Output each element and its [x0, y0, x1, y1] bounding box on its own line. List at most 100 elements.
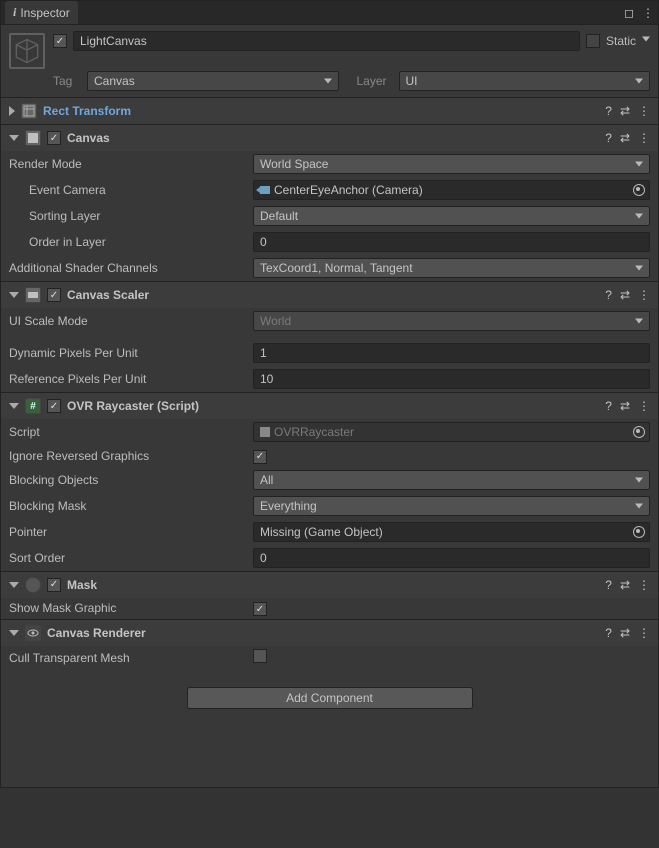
canvas-scaler-header[interactable]: Canvas Scaler ? ⇄ ⋮	[1, 282, 658, 308]
rect-transform-header[interactable]: Rect Transform ? ⇄ ⋮	[1, 98, 658, 124]
object-picker-icon[interactable]	[633, 426, 645, 438]
help-icon[interactable]: ?	[605, 578, 612, 592]
foldout-icon	[9, 630, 19, 636]
prop-label: Reference Pixels Per Unit	[9, 372, 249, 386]
sort-order-field[interactable]: 0	[253, 548, 650, 568]
script-field: OVRRaycaster	[253, 422, 650, 442]
layer-dropdown[interactable]: UI	[399, 71, 651, 91]
prop-label: Order in Layer	[9, 235, 249, 249]
prop-label: Additional Shader Channels	[9, 261, 249, 275]
foldout-icon	[9, 106, 15, 116]
prop-label: Show Mask Graphic	[9, 601, 249, 615]
cull-transparent-mesh-checkbox[interactable]	[253, 649, 267, 663]
reference-ppu-field[interactable]: 10	[253, 369, 650, 389]
preset-icon[interactable]: ⇄	[620, 288, 630, 302]
object-picker-icon[interactable]	[633, 184, 645, 196]
preset-icon[interactable]: ⇄	[620, 578, 630, 592]
prop-label: Blocking Objects	[9, 473, 249, 487]
preset-icon[interactable]: ⇄	[620, 131, 630, 145]
mask-icon	[25, 577, 41, 593]
ovr-raycaster-header[interactable]: # OVR Raycaster (Script) ? ⇄ ⋮	[1, 393, 658, 419]
canvas-title: Canvas	[67, 131, 599, 145]
help-icon[interactable]: ?	[605, 131, 612, 145]
ovr-raycaster-title: OVR Raycaster (Script)	[67, 399, 599, 413]
canvas-enabled-checkbox[interactable]	[47, 131, 61, 145]
prop-label: Ignore Reversed Graphics	[9, 449, 249, 463]
ui-scale-mode-dropdown: World	[253, 311, 650, 331]
canvas-icon	[25, 130, 41, 146]
help-icon[interactable]: ?	[605, 104, 612, 118]
menu-icon[interactable]: ⋮	[638, 399, 650, 413]
mask-title: Mask	[67, 578, 599, 592]
add-component-button[interactable]: Add Component	[187, 687, 473, 709]
help-icon[interactable]: ?	[605, 626, 612, 640]
blocking-objects-dropdown[interactable]: All	[253, 470, 650, 490]
script-icon: #	[25, 398, 41, 414]
prop-label: Sorting Layer	[9, 209, 249, 223]
name-field[interactable]: LightCanvas	[73, 31, 580, 51]
inspector-tab[interactable]: i Inspector	[5, 1, 78, 24]
preset-icon[interactable]: ⇄	[620, 626, 630, 640]
prop-label: Cull Transparent Mesh	[9, 651, 249, 665]
help-icon[interactable]: ?	[605, 288, 612, 302]
menu-icon[interactable]: ⋮	[638, 131, 650, 145]
rect-transform-icon	[21, 103, 37, 119]
order-in-layer-field[interactable]: 0	[253, 232, 650, 252]
sorting-layer-dropdown[interactable]: Default	[253, 206, 650, 226]
mask-header[interactable]: Mask ? ⇄ ⋮	[1, 572, 658, 598]
blocking-mask-dropdown[interactable]: Everything	[253, 496, 650, 516]
tag-dropdown[interactable]: Canvas	[87, 71, 339, 91]
prop-label: Event Camera	[9, 183, 249, 197]
menu-icon[interactable]: ⋮	[638, 578, 650, 592]
render-mode-dropdown[interactable]: World Space	[253, 154, 650, 174]
canvas-scaler-enabled-checkbox[interactable]	[47, 288, 61, 302]
foldout-icon	[9, 582, 19, 588]
static-label: Static	[606, 34, 636, 48]
canvas-header[interactable]: Canvas ? ⇄ ⋮	[1, 125, 658, 151]
foldout-icon	[9, 135, 19, 141]
show-mask-graphic-checkbox[interactable]	[253, 602, 267, 616]
layer-label: Layer	[357, 74, 393, 88]
prop-label: Render Mode	[9, 157, 249, 171]
prop-label: Sort Order	[9, 551, 249, 565]
rect-transform-title: Rect Transform	[43, 104, 599, 118]
prop-label: Dynamic Pixels Per Unit	[9, 346, 249, 360]
canvas-renderer-title: Canvas Renderer	[47, 626, 599, 640]
object-picker-icon[interactable]	[633, 526, 645, 538]
tab-menu-icon[interactable]: ⋮	[642, 6, 654, 20]
prop-label: Blocking Mask	[9, 499, 249, 513]
dynamic-ppu-field[interactable]: 1	[253, 343, 650, 363]
gameobject-icon[interactable]	[9, 33, 45, 69]
menu-icon[interactable]: ⋮	[638, 104, 650, 118]
static-checkbox[interactable]	[586, 34, 600, 48]
enabled-checkbox[interactable]	[53, 34, 67, 48]
camera-icon	[260, 186, 270, 194]
prop-label: UI Scale Mode	[9, 314, 249, 328]
ignore-reversed-checkbox[interactable]	[253, 450, 267, 464]
pointer-field[interactable]: Missing (Game Object)	[253, 522, 650, 542]
script-asset-icon	[260, 427, 270, 437]
help-icon[interactable]: ?	[605, 399, 612, 413]
canvas-renderer-header[interactable]: Canvas Renderer ? ⇄ ⋮	[1, 620, 658, 646]
lock-icon[interactable]: ◻	[624, 6, 634, 20]
event-camera-field[interactable]: CenterEyeAnchor (Camera)	[253, 180, 650, 200]
canvas-scaler-icon	[25, 287, 41, 303]
mask-enabled-checkbox[interactable]	[47, 578, 61, 592]
foldout-icon	[9, 403, 19, 409]
tab-bar: i Inspector ◻ ⋮	[1, 1, 658, 25]
prop-label: Script	[9, 425, 249, 439]
canvas-scaler-title: Canvas Scaler	[67, 288, 599, 302]
menu-icon[interactable]: ⋮	[638, 288, 650, 302]
menu-icon[interactable]: ⋮	[638, 626, 650, 640]
foldout-icon	[9, 292, 19, 298]
ovr-raycaster-enabled-checkbox[interactable]	[47, 399, 61, 413]
preset-icon[interactable]: ⇄	[620, 104, 630, 118]
tab-title: Inspector	[20, 6, 69, 20]
empty-area	[1, 727, 658, 787]
tag-label: Tag	[53, 74, 81, 88]
info-icon: i	[13, 5, 16, 20]
prop-label: Pointer	[9, 525, 249, 539]
additional-channels-dropdown[interactable]: TexCoord1, Normal, Tangent	[253, 258, 650, 278]
canvas-renderer-icon	[25, 625, 41, 641]
preset-icon[interactable]: ⇄	[620, 399, 630, 413]
